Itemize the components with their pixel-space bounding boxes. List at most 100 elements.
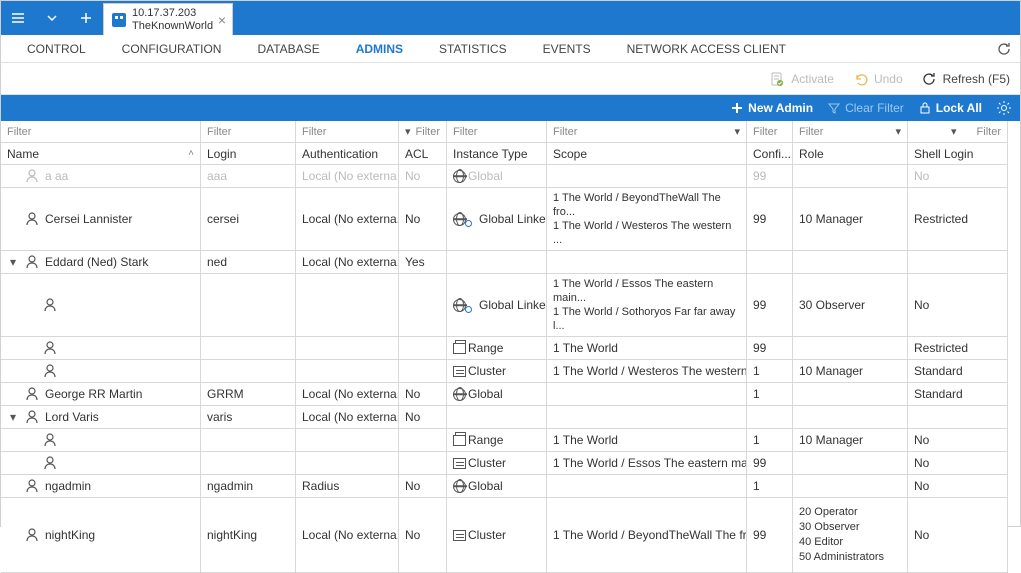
cell-shell[interactable]: No [908, 274, 1008, 337]
filter-confi[interactable]: Filter [747, 121, 793, 143]
new-tab-button[interactable] [69, 1, 103, 35]
col-shell[interactable]: Shell Login [908, 143, 1008, 165]
filter-instance[interactable]: Filter [447, 121, 547, 143]
col-login[interactable]: Login [201, 143, 296, 165]
cell-auth[interactable]: Radius [296, 475, 399, 498]
cell-acl[interactable]: No [399, 188, 447, 251]
nav-database[interactable]: DATABASE [239, 35, 337, 62]
cell-role[interactable] [793, 165, 908, 188]
cell-scope[interactable]: 1 The World / Essos The eastern main...1… [547, 274, 747, 337]
cell-auth[interactable] [296, 360, 399, 383]
cell-login[interactable]: nightKing [201, 498, 296, 573]
cell-login[interactable]: GRRM [201, 383, 296, 406]
cell-name[interactable] [1, 452, 201, 475]
cell-login[interactable] [201, 360, 296, 383]
hamburger-icon[interactable] [1, 1, 35, 35]
cell-login[interactable] [201, 274, 296, 337]
col-acl[interactable]: ACL [399, 143, 447, 165]
cell-scope[interactable] [547, 475, 747, 498]
cell-instance[interactable]: Range [447, 337, 547, 360]
cell-role[interactable]: 10 Manager [793, 360, 908, 383]
cell-auth[interactable]: Local (No externa... [296, 188, 399, 251]
cell-auth[interactable] [296, 452, 399, 475]
lock-all-button[interactable]: Lock All [918, 101, 982, 115]
expand-icon[interactable]: ▾ [7, 410, 19, 424]
cell-shell[interactable]: Restricted [908, 188, 1008, 251]
cell-confi[interactable]: 1 [747, 360, 793, 383]
cell-auth[interactable]: Local (No externa... [296, 251, 399, 274]
col-auth[interactable]: Authentication [296, 143, 399, 165]
cell-acl[interactable]: Yes [399, 251, 447, 274]
cell-instance[interactable]: Global Linked [447, 274, 547, 337]
cell-login[interactable]: varis [201, 406, 296, 429]
cell-confi[interactable]: 1 [747, 475, 793, 498]
cell-role[interactable]: 10 Manager [793, 429, 908, 452]
cell-name[interactable]: ▾ Eddard (Ned) Stark [1, 251, 201, 274]
cell-instance[interactable]: Global [447, 165, 547, 188]
cell-instance[interactable]: Cluster [447, 360, 547, 383]
cell-shell[interactable] [908, 251, 1008, 274]
cell-name[interactable] [1, 337, 201, 360]
cell-role[interactable]: 30 Observer [793, 274, 908, 337]
cell-role[interactable] [793, 337, 908, 360]
col-role[interactable]: Role [793, 143, 908, 165]
cell-confi[interactable] [747, 251, 793, 274]
connection-tab[interactable]: 10.17.37.203 TheKnownWorld × [103, 3, 233, 35]
cell-acl[interactable]: No [399, 406, 447, 429]
cell-shell[interactable]: No [908, 165, 1008, 188]
new-admin-button[interactable]: New Admin [730, 101, 813, 115]
cell-login[interactable]: cersei [201, 188, 296, 251]
cell-name[interactable] [1, 360, 201, 383]
cell-role[interactable]: 20 Operator30 Observer40 Editor50 Admini… [793, 498, 908, 573]
cell-shell[interactable]: Standard [908, 383, 1008, 406]
cell-acl[interactable]: No [399, 383, 447, 406]
col-confi[interactable]: Confi... [747, 143, 793, 165]
cell-auth[interactable] [296, 429, 399, 452]
cell-instance[interactable]: Global [447, 475, 547, 498]
cell-role[interactable] [793, 406, 908, 429]
filter-shell[interactable]: ▾Filter [908, 121, 1008, 143]
cell-scope[interactable]: 1 The World / Essos The eastern main... [547, 452, 747, 475]
cell-name[interactable]: nightKing [1, 498, 201, 573]
cell-auth[interactable]: Local (No externa... [296, 383, 399, 406]
settings-gear-icon[interactable] [996, 100, 1012, 116]
cell-login[interactable] [201, 337, 296, 360]
cell-acl[interactable]: No [399, 498, 447, 573]
cell-acl[interactable]: No [399, 165, 447, 188]
cell-confi[interactable]: 99 [747, 452, 793, 475]
chevron-down-icon[interactable] [35, 1, 69, 35]
col-instance[interactable]: Instance Type [447, 143, 547, 165]
cell-scope[interactable]: 1 The World [547, 429, 747, 452]
cell-instance[interactable]: Cluster [447, 498, 547, 573]
refresh-button[interactable]: Refresh (F5) [921, 71, 1010, 87]
filter-role[interactable]: Filter▾ [793, 121, 908, 143]
cell-acl[interactable]: No [399, 475, 447, 498]
cell-confi[interactable]: 99 [747, 165, 793, 188]
cell-auth[interactable]: Local (No externa... [296, 498, 399, 573]
cell-login[interactable]: aaa [201, 165, 296, 188]
cell-name[interactable]: George RR Martin [1, 383, 201, 406]
cell-scope[interactable]: 1 The World [547, 337, 747, 360]
nav-statistics[interactable]: STATISTICS [421, 35, 525, 62]
cell-confi[interactable]: 1 [747, 429, 793, 452]
cell-confi[interactable]: 99 [747, 274, 793, 337]
filter-acl[interactable]: ▾Filter [399, 121, 447, 143]
cell-name[interactable]: ngadmin [1, 475, 201, 498]
cell-instance[interactable]: Global [447, 383, 547, 406]
cell-role[interactable] [793, 383, 908, 406]
cell-confi[interactable]: 99 [747, 498, 793, 573]
cell-acl[interactable] [399, 337, 447, 360]
cell-role[interactable] [793, 475, 908, 498]
cell-scope[interactable] [547, 251, 747, 274]
cell-login[interactable] [201, 429, 296, 452]
cell-confi[interactable] [747, 406, 793, 429]
cell-confi[interactable]: 1 [747, 383, 793, 406]
nav-network-access-client[interactable]: NETWORK ACCESS CLIENT [609, 35, 804, 62]
cell-auth[interactable] [296, 337, 399, 360]
cell-confi[interactable]: 99 [747, 188, 793, 251]
nav-admins[interactable]: ADMINS [338, 35, 421, 62]
cell-instance[interactable]: Global Linked [447, 188, 547, 251]
cell-scope[interactable]: 1 The World / BeyondTheWall The fro...1 … [547, 188, 747, 251]
filter-login[interactable]: Filter [201, 121, 296, 143]
cell-login[interactable]: ngadmin [201, 475, 296, 498]
